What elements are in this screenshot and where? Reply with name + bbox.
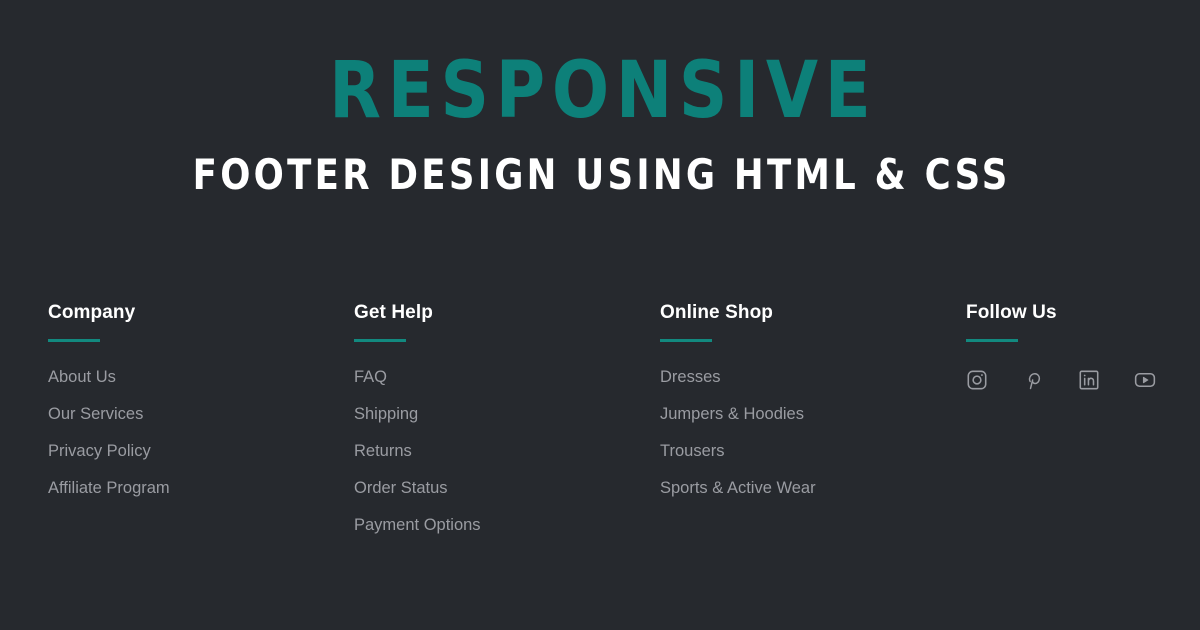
pinterest-icon [1022, 369, 1044, 391]
footer: Company About Us Our Services Privacy Po… [0, 300, 1200, 534]
instagram-icon [966, 369, 988, 391]
list-item: Returns [354, 443, 660, 460]
footer-link-trousers[interactable]: Trousers [660, 443, 725, 460]
column-heading: Online Shop [660, 302, 773, 323]
list-item: Order Status [354, 480, 660, 497]
pinterest-link[interactable] [1022, 369, 1044, 391]
list-item: Sports & Active Wear [660, 480, 966, 497]
heading-underline [966, 339, 1018, 342]
footer-column-get-help: Get Help FAQ Shipping Returns Order Stat… [354, 300, 660, 534]
column-heading: Company [48, 302, 136, 323]
footer-link-list: Dresses Jumpers & Hoodies Trousers Sport… [660, 369, 966, 497]
list-item: FAQ [354, 369, 660, 386]
footer-link-about-us[interactable]: About Us [48, 369, 116, 386]
list-item: About Us [48, 369, 354, 386]
footer-column-company: Company About Us Our Services Privacy Po… [48, 300, 354, 497]
column-heading: Follow Us [966, 302, 1057, 323]
list-item: Affiliate Program [48, 480, 354, 497]
youtube-link[interactable] [1134, 369, 1156, 391]
footer-link-our-services[interactable]: Our Services [48, 406, 143, 423]
footer-link-payment-options[interactable]: Payment Options [354, 517, 481, 534]
page-title: RESPONSIVE [329, 46, 878, 136]
footer-link-faq[interactable]: FAQ [354, 369, 387, 386]
footer-link-jumpers-and-hoodies[interactable]: Jumpers & Hoodies [660, 406, 804, 423]
footer-link-sports-and-active-wear[interactable]: Sports & Active Wear [660, 480, 816, 497]
heading-underline [354, 339, 406, 342]
linkedin-link[interactable] [1078, 369, 1100, 391]
footer-column-online-shop: Online Shop Dresses Jumpers & Hoodies Tr… [660, 300, 966, 497]
list-item: Trousers [660, 443, 966, 460]
column-heading: Get Help [354, 302, 433, 323]
footer-link-dresses[interactable]: Dresses [660, 369, 721, 386]
footer-link-privacy-policy[interactable]: Privacy Policy [48, 443, 151, 460]
footer-link-list: FAQ Shipping Returns Order Status Paymen… [354, 369, 660, 534]
list-item: Payment Options [354, 517, 660, 534]
list-item: Our Services [48, 406, 354, 423]
footer-link-returns[interactable]: Returns [354, 443, 412, 460]
footer-link-affiliate-program[interactable]: Affiliate Program [48, 480, 170, 497]
footer-link-shipping[interactable]: Shipping [354, 406, 418, 423]
heading-underline [660, 339, 712, 342]
heading-underline [48, 339, 100, 342]
social-links [966, 369, 1200, 391]
footer-column-follow-us: Follow Us [966, 300, 1200, 391]
page-subtitle: FOOTER DESIGN USING HTML & CSS [192, 150, 1011, 199]
footer-link-order-status[interactable]: Order Status [354, 480, 448, 497]
list-item: Dresses [660, 369, 966, 386]
instagram-link[interactable] [966, 369, 988, 391]
list-item: Privacy Policy [48, 443, 354, 460]
list-item: Jumpers & Hoodies [660, 406, 966, 423]
footer-link-list: About Us Our Services Privacy Policy Aff… [48, 369, 354, 497]
list-item: Shipping [354, 406, 660, 423]
hero-banner: RESPONSIVE FOOTER DESIGN USING HTML & CS… [0, 0, 1200, 196]
linkedin-icon [1078, 369, 1100, 391]
page-root: RESPONSIVE FOOTER DESIGN USING HTML & CS… [0, 0, 1200, 630]
youtube-icon [1134, 369, 1156, 391]
